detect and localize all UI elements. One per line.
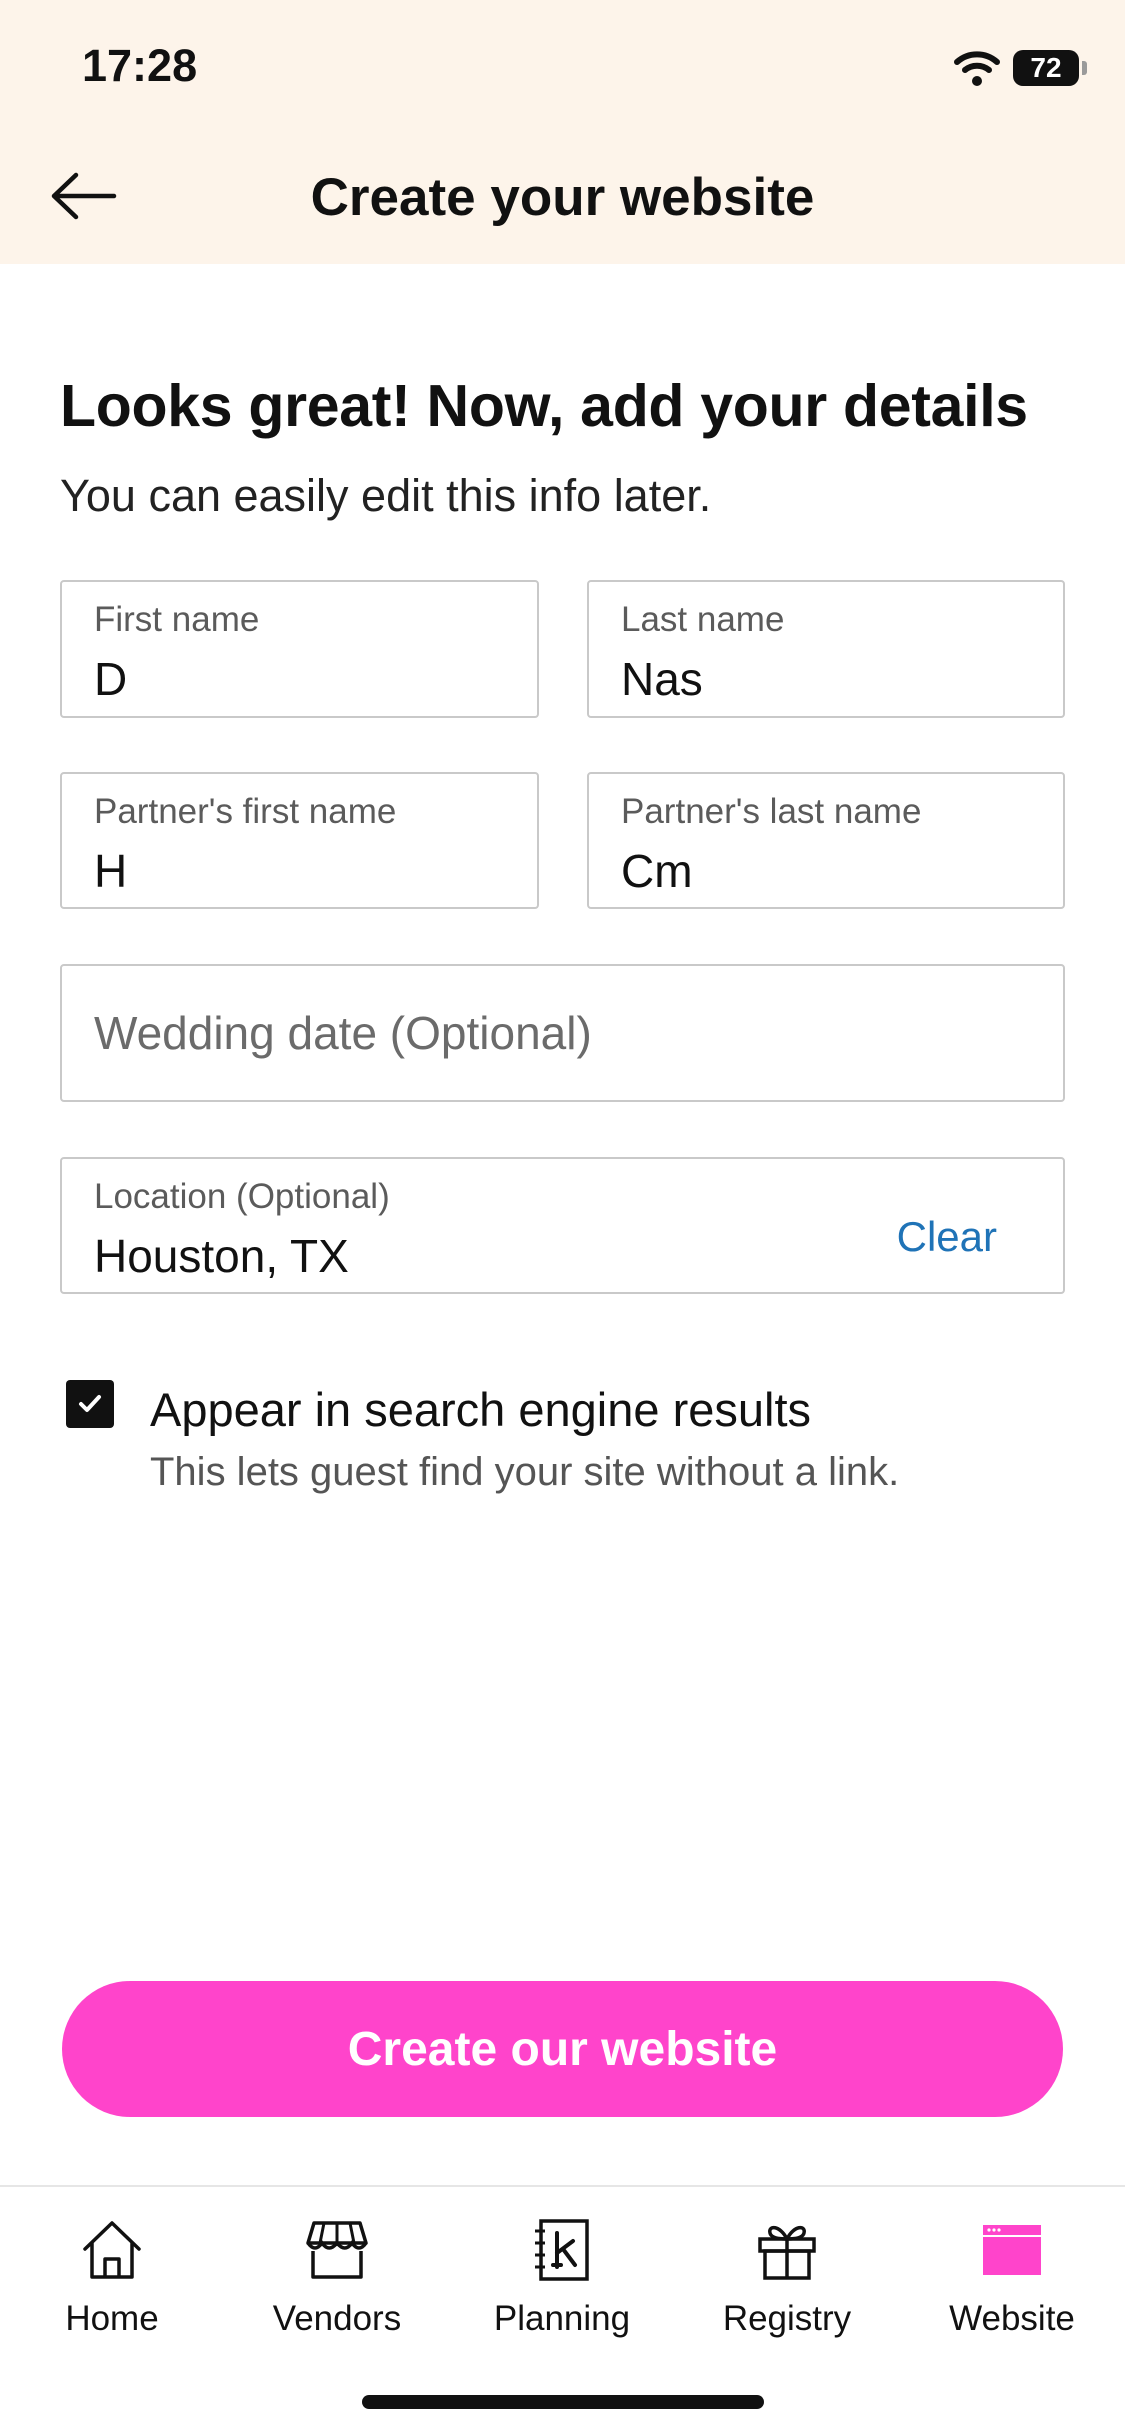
wedding-date-placeholder: Wedding date (Optional) (94, 1007, 592, 1059)
storefront-icon (306, 2221, 368, 2279)
location-field[interactable]: Location (Optional) Houston, TX Clear (60, 1157, 1065, 1294)
tab-planning[interactable]: Planning (462, 2215, 662, 2339)
status-time: 17:28 (82, 40, 198, 91)
battery-level: 72 (1030, 52, 1062, 83)
tab-vendors[interactable]: Vendors (237, 2215, 437, 2339)
details-heading: Looks great! Now, add your details (60, 373, 1028, 439)
partner-last-name-value: Cm (621, 845, 693, 897)
first-name-label: First name (94, 600, 260, 639)
tab-website[interactable]: Website (912, 2215, 1112, 2339)
gift-icon (758, 2225, 816, 2280)
details-subheading: You can easily edit this info later. (60, 470, 712, 521)
wedding-date-field[interactable]: Wedding date (Optional) (60, 964, 1065, 1102)
search-engine-checkbox[interactable] (66, 1380, 114, 1428)
status-icons: 72 (953, 48, 1087, 88)
home-icon (83, 2221, 141, 2279)
partner-last-name-label: Partner's last name (621, 792, 922, 831)
tab-registry-label: Registry (722, 2299, 852, 2338)
search-engine-title: Appear in search engine results (150, 1383, 812, 1436)
partner-first-name-label: Partner's first name (94, 792, 397, 831)
checkmark-icon (79, 1395, 101, 1412)
tab-planning-label: Planning (493, 2299, 631, 2338)
create-website-button[interactable]: Create our website (62, 1981, 1063, 2117)
first-name-value: D (94, 653, 128, 705)
browser-window-icon (983, 2225, 1041, 2275)
battery-icon: 72 (1013, 50, 1087, 86)
home-indicator (362, 2395, 764, 2409)
top-header: 17:28 72 Create your website (0, 0, 1125, 264)
page-title: Create your website (310, 168, 815, 227)
last-name-label: Last name (621, 600, 785, 639)
tab-home-label: Home (65, 2299, 159, 2338)
partner-first-name-field[interactable]: Partner's first name H (60, 772, 539, 909)
location-label: Location (Optional) (94, 1177, 390, 1216)
planning-book-icon (535, 2219, 589, 2281)
last-name-field[interactable]: Last name Nas (587, 580, 1065, 718)
first-name-field[interactable]: First name D (60, 580, 539, 718)
partner-last-name-field[interactable]: Partner's last name Cm (587, 772, 1065, 909)
tab-vendors-label: Vendors (272, 2299, 402, 2338)
search-engine-subtitle: This lets guest find your site without a… (150, 1450, 900, 1494)
location-value: Houston, TX (94, 1230, 349, 1282)
tab-website-label: Website (949, 2299, 1075, 2338)
tab-home[interactable]: Home (12, 2215, 212, 2339)
last-name-value: Nas (621, 653, 703, 705)
partner-first-name-value: H (94, 845, 128, 897)
tab-registry[interactable]: Registry (687, 2215, 887, 2339)
clear-location-button[interactable]: Clear (897, 1213, 997, 1261)
wifi-icon (954, 51, 1000, 86)
